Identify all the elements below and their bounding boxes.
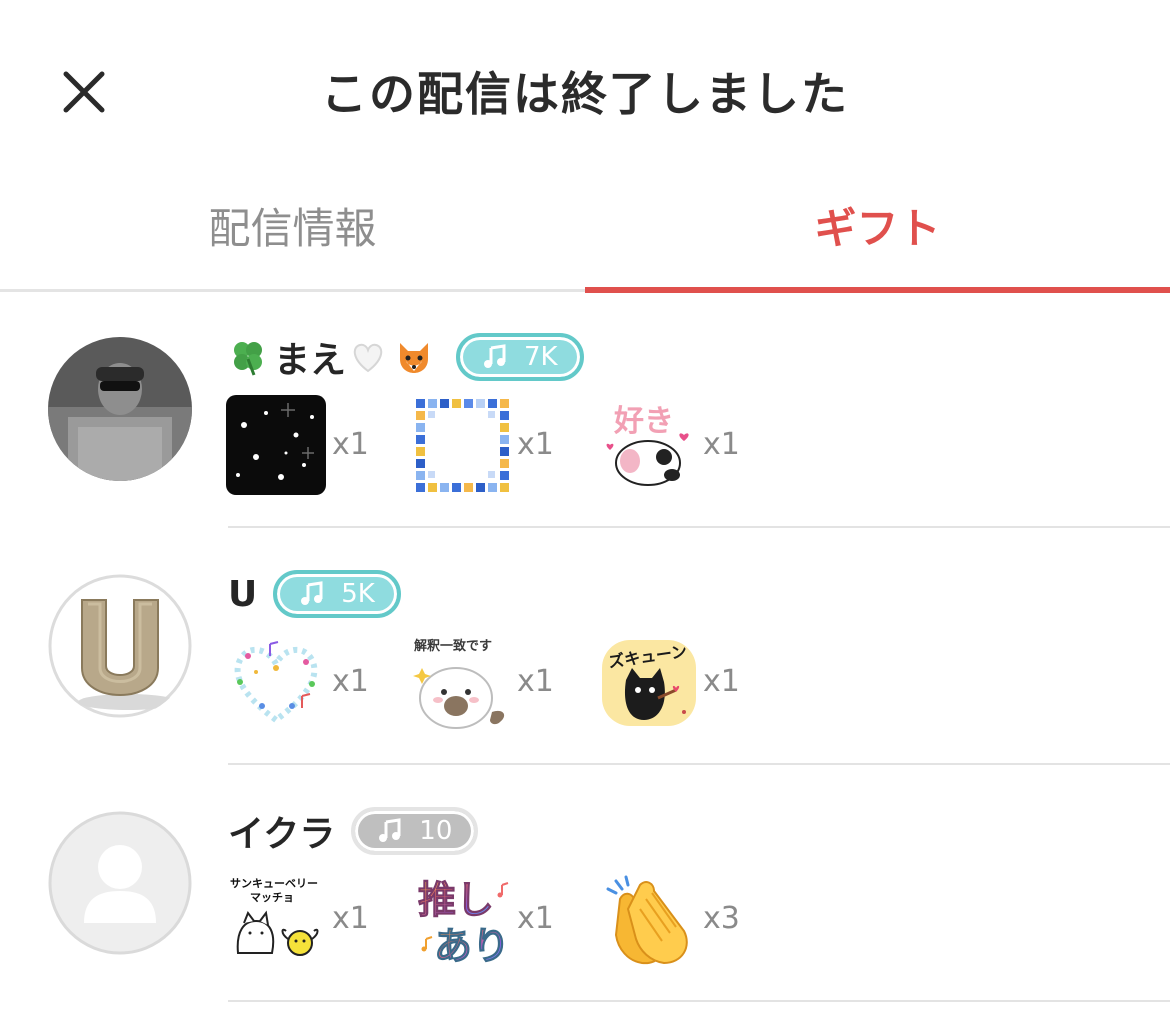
seal-sticker[interactable]: 解釈一致です bbox=[412, 632, 512, 732]
gift-count: x1 bbox=[703, 664, 740, 699]
fox-emoji bbox=[400, 343, 429, 373]
row-divider bbox=[228, 763, 1170, 765]
gifter-name: U bbox=[228, 573, 258, 615]
active-tab-indicator bbox=[585, 287, 1170, 293]
avatar[interactable] bbox=[48, 337, 192, 481]
svg-text:サンキューベリー: サンキューベリー bbox=[230, 877, 318, 890]
avatar[interactable] bbox=[48, 811, 192, 955]
gift-count: x1 bbox=[703, 427, 740, 462]
fan-level-badge: 5K bbox=[273, 570, 401, 618]
gifter-name: まえ bbox=[274, 340, 347, 381]
gift-count: x1 bbox=[517, 664, 554, 699]
clapping-hands-emoji[interactable] bbox=[600, 869, 700, 969]
snow-night-sticker[interactable] bbox=[226, 395, 326, 495]
svg-text:マッチョ: マッチョ bbox=[250, 891, 294, 904]
thank-you-cat-sticker[interactable]: サンキューベリー マッチョ bbox=[226, 869, 326, 969]
fan-level-badge: 7K bbox=[456, 333, 584, 381]
tab-bar: 配信情報 ギフト bbox=[0, 175, 1170, 295]
gifter-name-line: イクラ 10 bbox=[228, 801, 479, 861]
gift-count: x1 bbox=[517, 901, 554, 936]
music-heart-sticker[interactable] bbox=[226, 632, 326, 732]
badge-value: 7K bbox=[524, 342, 558, 372]
gifter-name-line: U 5K bbox=[228, 564, 401, 624]
gift-count: x1 bbox=[517, 427, 554, 462]
music-note-icon bbox=[379, 818, 401, 842]
gift-count: x1 bbox=[332, 901, 369, 936]
white-heart-emoji bbox=[353, 343, 383, 373]
pixel-frame-sticker[interactable] bbox=[412, 395, 512, 495]
music-note-icon bbox=[301, 581, 323, 605]
gifter-row[interactable]: U 5K x1 解釈一致です x1 ズキューン x1 bbox=[0, 532, 1170, 769]
gift-count: x3 bbox=[703, 901, 740, 936]
gift-count: x1 bbox=[332, 664, 369, 699]
oshi-ari-sticker[interactable]: 推し あり bbox=[412, 869, 512, 969]
gifter-row[interactable]: まえ 7K x1 x1 好き x1 bbox=[0, 295, 1170, 532]
sticker-label: 解釈一致です bbox=[413, 638, 492, 654]
gifter-name-line: まえ 7K bbox=[228, 327, 584, 387]
fan-level-badge: 10 bbox=[351, 807, 479, 855]
clover-emoji bbox=[234, 342, 262, 376]
svg-text:あり: あり bbox=[434, 924, 510, 968]
badge-value: 10 bbox=[419, 816, 453, 846]
svg-text:好き: 好き bbox=[613, 404, 674, 439]
avatar[interactable] bbox=[48, 574, 192, 718]
black-cat-sticker[interactable]: ズキューン bbox=[600, 632, 700, 732]
tab-stream-info[interactable]: 配信情報 bbox=[0, 195, 585, 256]
gift-count: x1 bbox=[332, 427, 369, 462]
gifter-row[interactable]: イクラ 10 サンキューベリー マッチョ x1 推し あり x1 x3 bbox=[0, 769, 1170, 1006]
panda-suki-sticker[interactable]: 好き bbox=[600, 395, 700, 495]
tab-gifts[interactable]: ギフト bbox=[585, 195, 1170, 256]
page-title: この配信は終了しました bbox=[321, 67, 849, 121]
header: この配信は終了しました bbox=[0, 0, 1170, 180]
row-divider bbox=[228, 526, 1170, 528]
row-divider bbox=[228, 1000, 1170, 1002]
music-note-icon bbox=[484, 344, 506, 368]
badge-value: 5K bbox=[341, 579, 375, 609]
gifter-name: イクラ bbox=[228, 814, 336, 855]
svg-text:推し: 推し bbox=[418, 878, 494, 922]
